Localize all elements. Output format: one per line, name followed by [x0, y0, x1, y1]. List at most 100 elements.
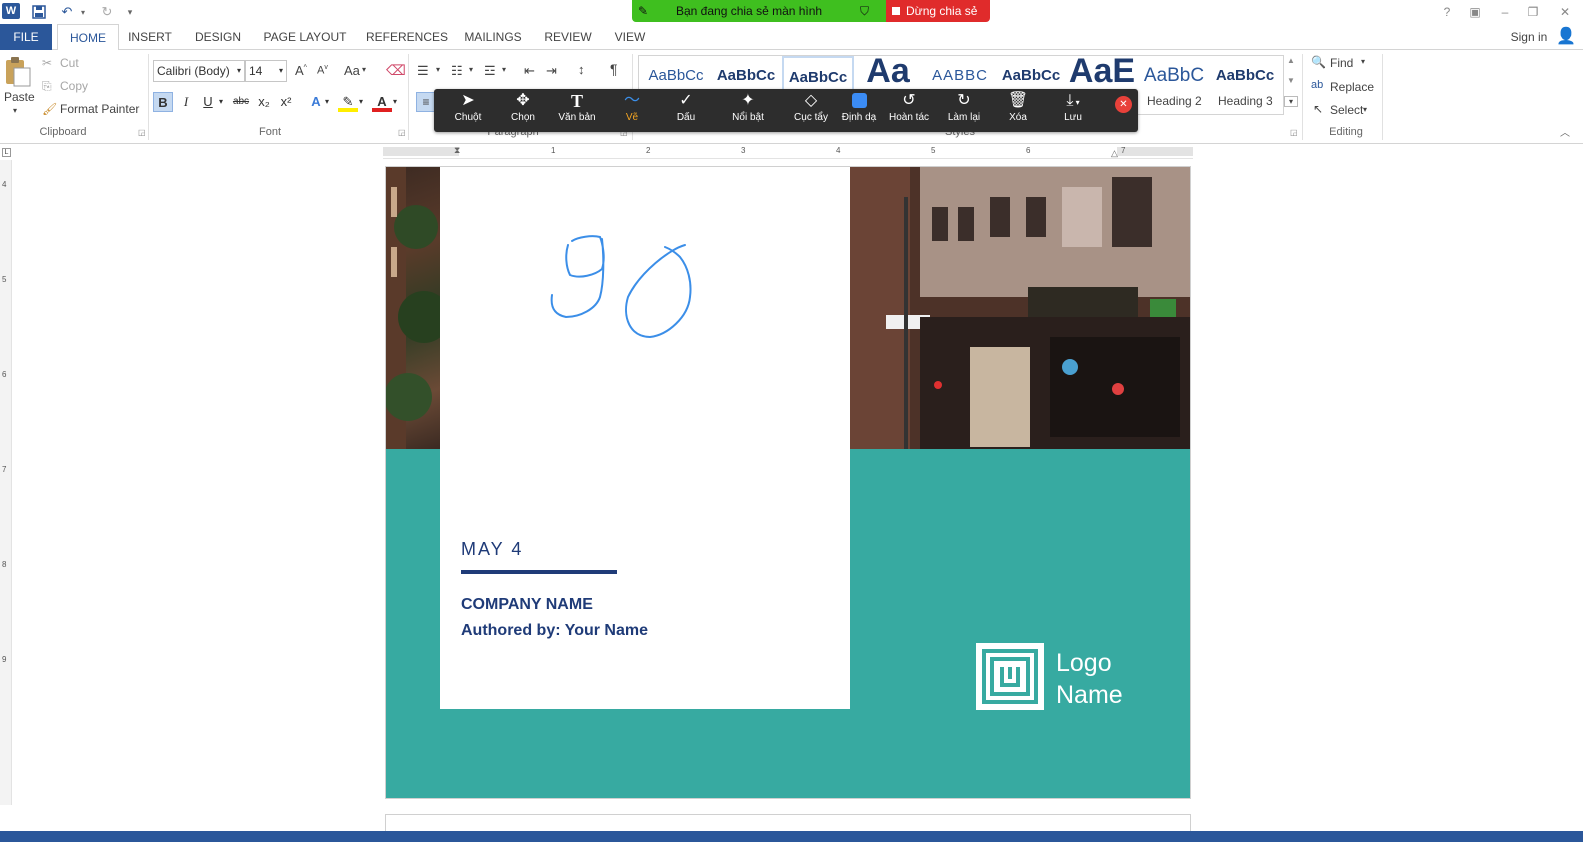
tab-review[interactable]: REVIEW [542, 24, 594, 50]
pointer-tool-button[interactable]: ➤ Chuột [441, 89, 495, 132]
find-icon[interactable]: 🔍 [1311, 55, 1326, 69]
clipboard-launcher-icon[interactable]: ◲ [138, 128, 146, 137]
author-line[interactable]: Authored by: Your Name [461, 622, 648, 640]
show-marks-button[interactable]: ¶ [610, 61, 618, 77]
redo-tool-button[interactable]: ↻ Làm lại [937, 89, 991, 132]
select-tool-button[interactable]: ✥ Chọn [496, 89, 550, 132]
undo-dropdown-icon[interactable]: ▾ [78, 3, 88, 21]
logo-icon[interactable] [976, 643, 1044, 710]
logo-name[interactable]: Logo Name [1056, 647, 1123, 711]
styles-more-icon[interactable]: ▾ [1284, 96, 1298, 107]
pin-icon[interactable]: ✎ [638, 0, 648, 22]
chevron-down-icon[interactable]: ▾ [469, 65, 473, 74]
ribbon-display-icon[interactable]: ▣ [1462, 2, 1488, 22]
format-tool-button[interactable]: Định dạ [832, 89, 886, 132]
format-painter-button[interactable]: Format Painter [60, 102, 139, 116]
chevron-down-icon[interactable]: ▾ [216, 92, 226, 112]
document-page[interactable]: MAY 4 COMPANY NAME Authored by: Your Nam… [385, 166, 1191, 799]
clear-formatting-icon[interactable]: ⌫ [386, 62, 406, 79]
chevron-down-icon[interactable]: ▾ [1363, 105, 1367, 114]
company-name[interactable]: COMPANY NAME [461, 596, 593, 614]
text-tool-button[interactable]: T Văn bản [550, 89, 604, 132]
shrink-font-icon[interactable]: Av [317, 64, 328, 77]
minimize-icon[interactable]: – [1492, 2, 1518, 22]
word-app-icon[interactable]: W [2, 3, 20, 19]
restore-icon[interactable]: ❐ [1520, 2, 1546, 22]
draw-tool-button[interactable]: 〜 Vẽ [605, 89, 659, 132]
tab-design[interactable]: DESIGN [192, 24, 244, 50]
paste-button[interactable]: Paste [4, 90, 35, 104]
change-case-button[interactable]: Aa [344, 63, 360, 78]
cover-date[interactable]: MAY 4 [461, 539, 523, 560]
collapse-ribbon-icon[interactable]: ︿ [1560, 124, 1570, 139]
replace-button[interactable]: Replace [1330, 80, 1374, 94]
sign-in-link[interactable]: Sign in [1506, 24, 1552, 50]
indent-marker-icon[interactable]: ⧗ [454, 145, 460, 156]
right-indent-marker-icon[interactable]: △ [1111, 148, 1118, 159]
strikethrough-button[interactable]: abc [231, 92, 251, 112]
decrease-indent-icon[interactable]: ⇤ [524, 63, 535, 79]
help-icon[interactable]: ? [1434, 2, 1460, 22]
copy-icon[interactable]: ⎘ [42, 79, 52, 94]
chevron-down-icon[interactable]: ▾ [436, 65, 440, 74]
user-avatar-icon[interactable]: 👤 [1556, 24, 1576, 50]
bold-button[interactable]: B [153, 92, 173, 112]
save-tool-button[interactable]: ⤓ ▾ Lưu [1046, 89, 1100, 132]
cut-icon[interactable]: ✂ [42, 56, 52, 70]
chevron-down-icon[interactable]: ▾ [390, 92, 400, 112]
subscript-button[interactable]: x₂ [254, 92, 274, 112]
font-name-dropdown[interactable]: Calibri (Body) ▾ [153, 60, 245, 82]
styles-launcher-icon[interactable]: ◲ [1290, 128, 1298, 137]
italic-button[interactable]: I [176, 92, 196, 112]
align-left-icon[interactable]: ≡ [416, 92, 436, 112]
tab-page-layout[interactable]: PAGE LAYOUT [262, 24, 348, 50]
close-annotation-button[interactable]: ✕ [1115, 96, 1132, 113]
font-launcher-icon[interactable]: ◲ [398, 128, 406, 137]
horizontal-ruler[interactable]: 1 2 3 4 5 6 7 ⧗ △ [383, 145, 1193, 159]
undo-icon[interactable]: ↶ [58, 3, 76, 21]
superscript-button[interactable]: x² [276, 92, 296, 112]
clear-tool-button[interactable]: 🗑 Xóa [991, 89, 1045, 132]
chevron-down-icon[interactable]: ▾ [322, 92, 332, 112]
tab-file[interactable]: FILE [0, 24, 52, 50]
tab-insert[interactable]: INSERT [126, 24, 174, 50]
sort-icon[interactable]: ↕ [578, 62, 585, 77]
tab-references[interactable]: REFERENCES [366, 24, 448, 50]
undo-tool-button[interactable]: ↺ Hoàn tác [882, 89, 936, 132]
customize-toolbar-icon[interactable]: ▾ [124, 3, 136, 21]
bullets-icon[interactable]: ☰ [417, 63, 429, 79]
chevron-down-icon[interactable]: ▾ [1361, 57, 1365, 66]
tab-home[interactable]: HOME [57, 24, 119, 51]
increase-indent-icon[interactable]: ⇥ [546, 63, 557, 79]
styles-scroll-up-icon[interactable]: ▲ [1284, 56, 1298, 65]
select-button[interactable]: Select [1330, 103, 1363, 117]
copy-button[interactable]: Copy [60, 79, 88, 93]
grow-font-icon[interactable]: A^ [295, 63, 307, 78]
vertical-ruler[interactable]: 4 5 6 7 8 9 [0, 160, 12, 805]
replace-icon[interactable]: ab [1311, 79, 1323, 91]
stamp-tool-button[interactable]: ✓ Dấu [659, 89, 713, 132]
close-icon[interactable]: ✕ [1552, 2, 1578, 22]
underline-button[interactable]: U [198, 92, 218, 112]
font-size-dropdown[interactable]: 14 ▾ [245, 60, 287, 82]
chevron-down-icon[interactable]: ▾ [502, 65, 506, 74]
numbering-icon[interactable]: ☷ [451, 63, 463, 79]
cut-button[interactable]: Cut [60, 56, 79, 70]
chevron-down-icon[interactable]: ▾ [356, 92, 366, 112]
chevron-down-icon[interactable]: ▾ [362, 65, 366, 74]
font-color-icon[interactable]: A [372, 92, 392, 112]
eraser-tool-button[interactable]: ◇ Cục tẩy [784, 89, 838, 132]
tab-mailings[interactable]: MAILINGS [462, 24, 524, 50]
save-icon[interactable] [30, 3, 48, 21]
select-icon[interactable]: ↖ [1313, 102, 1323, 116]
format-painter-icon[interactable]: 🖌 [42, 102, 57, 116]
tab-selector-icon[interactable]: L [2, 148, 11, 157]
multilevel-list-icon[interactable]: ☲ [484, 63, 496, 79]
spotlight-tool-button[interactable]: ✦ Nổi bật [721, 89, 775, 132]
tab-view[interactable]: VIEW [612, 24, 648, 50]
redo-icon[interactable]: ↻ [98, 3, 116, 21]
find-button[interactable]: Find [1330, 56, 1353, 70]
paste-dropdown-icon[interactable]: ▾ [13, 106, 17, 115]
stop-sharing-button[interactable]: Dừng chia sẻ [886, 0, 990, 22]
styles-scroll-down-icon[interactable]: ▼ [1284, 76, 1298, 85]
